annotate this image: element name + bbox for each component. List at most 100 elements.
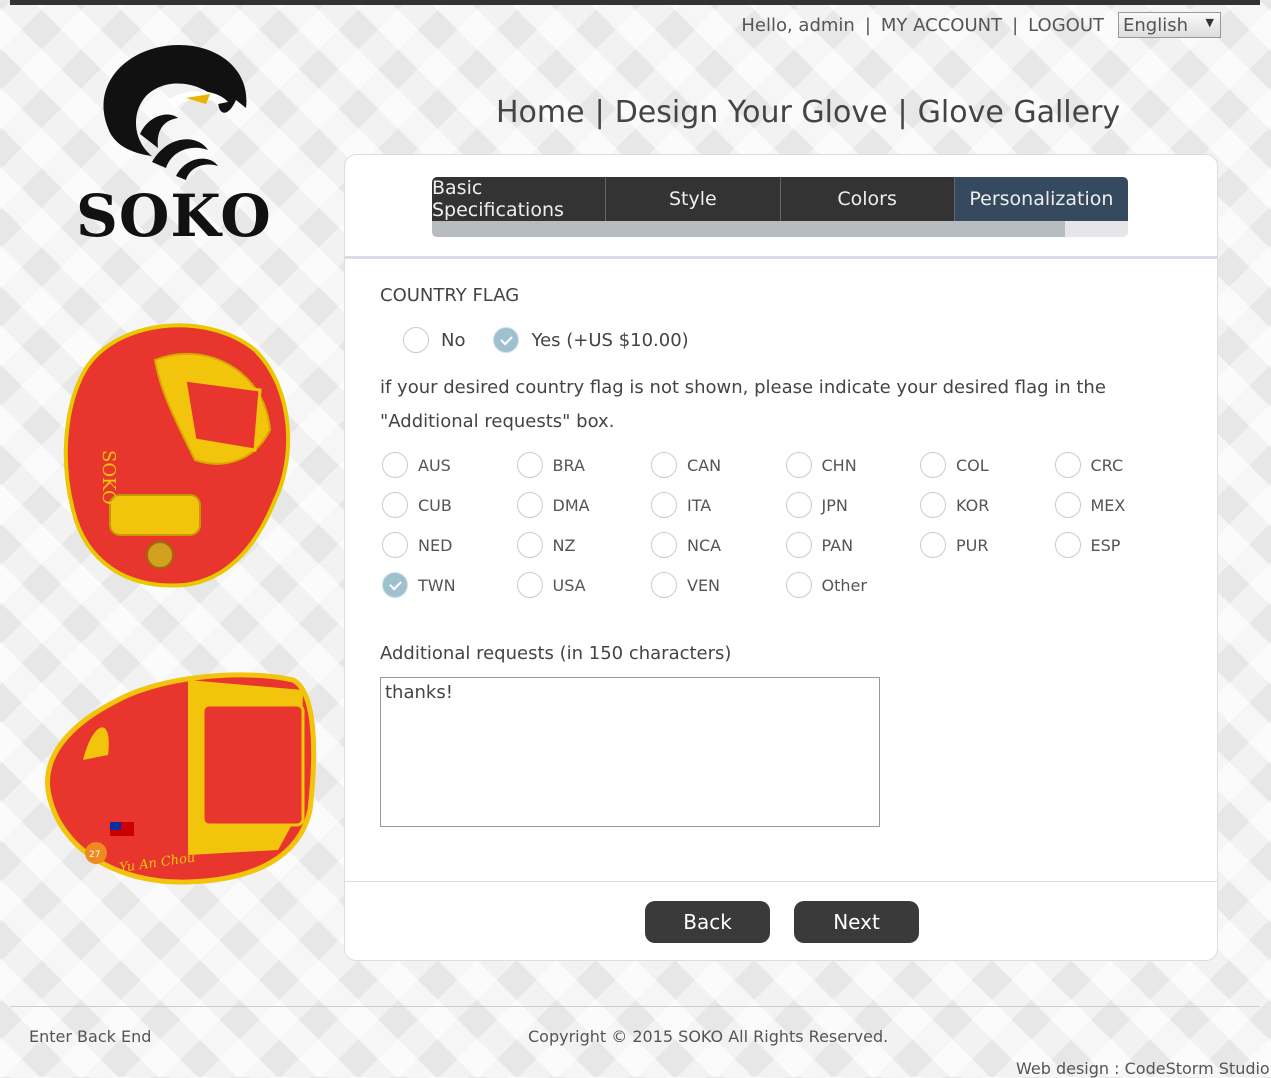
flag-radio[interactable] xyxy=(651,492,677,518)
option-no[interactable]: No xyxy=(403,327,465,353)
flag-label: PAN xyxy=(821,535,854,555)
flag-radio[interactable] xyxy=(516,532,543,558)
back-end-link[interactable]: Enter Back End xyxy=(29,1027,151,1046)
separator: | xyxy=(594,95,605,130)
flag-option-chn[interactable]: CHN xyxy=(785,452,921,478)
flag-radio[interactable] xyxy=(382,572,408,598)
flag-option-mex[interactable]: MEX xyxy=(1054,492,1190,518)
tab-colors[interactable]: Colors xyxy=(780,177,955,221)
flag-radio[interactable] xyxy=(920,452,946,478)
flag-option-jpn[interactable]: JPN xyxy=(785,492,921,518)
additional-requests-label: Additional requests (in 150 characters) xyxy=(380,643,732,664)
glove-front-icon: SOKO xyxy=(63,323,291,588)
flag-option-pur[interactable]: PUR xyxy=(920,532,1055,558)
flag-radio[interactable] xyxy=(785,492,812,518)
flag-radio[interactable] xyxy=(651,572,677,598)
soko-logo[interactable]: SOKO xyxy=(68,38,278,253)
flag-label: CUB xyxy=(418,495,452,515)
flag-label: ESP xyxy=(1090,535,1121,555)
language-select[interactable]: English ▼ xyxy=(1118,12,1221,38)
flag-radio[interactable] xyxy=(920,532,946,558)
flag-option-crc[interactable]: CRC xyxy=(1054,452,1190,478)
flag-label: NCA xyxy=(687,535,722,555)
account-nav: Hello, admin | MY ACCOUNT | LOGOUT Engli… xyxy=(741,12,1221,38)
flag-option-usa[interactable]: USA xyxy=(516,572,652,598)
design-panel: Basic Specifications Style Colors Person… xyxy=(344,154,1218,961)
flag-radio[interactable] xyxy=(920,492,946,518)
nav-design[interactable]: Design Your Glove xyxy=(615,95,888,130)
flag-label: CAN xyxy=(687,455,722,475)
logout-link[interactable]: LOGOUT xyxy=(1028,15,1104,36)
flag-option-ita[interactable]: ITA xyxy=(651,492,786,518)
flag-option-col[interactable]: COL xyxy=(920,452,1055,478)
tab-basic-specifications[interactable]: Basic Specifications xyxy=(432,177,607,221)
flag-label: VEN xyxy=(687,575,721,595)
flag-label: MEX xyxy=(1090,495,1126,515)
dropdown-arrow-icon: ▼ xyxy=(1205,16,1214,29)
flag-option-kor[interactable]: KOR xyxy=(920,492,1055,518)
nav-gallery[interactable]: Glove Gallery xyxy=(918,95,1121,130)
flag-option-ned[interactable]: NED xyxy=(382,532,517,558)
flag-radio[interactable] xyxy=(785,572,812,598)
flag-option-esp[interactable]: ESP xyxy=(1054,532,1190,558)
flag-option-dma[interactable]: DMA xyxy=(516,492,652,518)
radio-no[interactable] xyxy=(403,327,429,353)
flag-option-ven[interactable]: VEN xyxy=(651,572,786,598)
flag-option-other[interactable]: Other xyxy=(785,572,921,598)
flag-option-aus[interactable]: AUS xyxy=(382,452,517,478)
flag-radio[interactable] xyxy=(382,492,408,518)
flag-label: JPN xyxy=(821,495,848,515)
flag-option-nz[interactable]: NZ xyxy=(516,532,652,558)
flag-label: KOR xyxy=(956,495,990,515)
my-account-link[interactable]: MY ACCOUNT xyxy=(881,15,1002,36)
flag-option-bra[interactable]: BRA xyxy=(516,452,652,478)
back-button[interactable]: Back xyxy=(645,901,770,943)
additional-requests-textarea[interactable]: thanks! xyxy=(380,677,880,827)
flag-label: PUR xyxy=(956,535,989,555)
flag-label: AUS xyxy=(418,455,451,475)
step-tabs: Basic Specifications Style Colors Person… xyxy=(432,177,1128,221)
flag-label: CHN xyxy=(821,455,857,475)
flag-radio[interactable] xyxy=(382,532,408,558)
radio-yes[interactable] xyxy=(493,327,520,353)
glove-back-icon: 27 Yu An Chou xyxy=(45,672,317,885)
top-bar xyxy=(10,0,1260,5)
flag-label: ITA xyxy=(687,495,712,515)
divider xyxy=(345,881,1217,882)
flag-radio[interactable] xyxy=(1054,492,1081,518)
flag-radio[interactable] xyxy=(651,532,677,558)
footer-divider xyxy=(10,1006,1260,1007)
flag-radio[interactable] xyxy=(651,452,677,478)
country-flag-options: No Yes (+US $10.00) xyxy=(403,327,705,353)
flag-radio[interactable] xyxy=(785,452,812,478)
flag-radio[interactable] xyxy=(382,452,408,478)
svg-text:SOKO: SOKO xyxy=(98,450,119,505)
next-button[interactable]: Next xyxy=(794,901,919,943)
flag-option-nca[interactable]: NCA xyxy=(651,532,786,558)
flag-grid: AUS BRA CAN CHN COL CRC CUB DMA ITA JPN KOR MEX NED N… xyxy=(382,452,1189,598)
flag-radio[interactable] xyxy=(516,492,543,518)
option-yes[interactable]: Yes (+US $10.00) xyxy=(493,327,689,353)
flag-label: Other xyxy=(821,575,867,595)
flag-radio[interactable] xyxy=(785,532,812,558)
flag-option-cub[interactable]: CUB xyxy=(382,492,517,518)
flag-option-pan[interactable]: PAN xyxy=(785,532,921,558)
progress-bar xyxy=(432,221,1128,237)
nav-home[interactable]: Home xyxy=(496,95,585,130)
glove-number: 27 xyxy=(89,850,100,860)
tab-personalization[interactable]: Personalization xyxy=(954,177,1128,221)
flag-radio[interactable] xyxy=(1054,452,1081,478)
flag-radio[interactable] xyxy=(516,572,543,598)
flag-label: DMA xyxy=(552,495,590,515)
flag-option-twn[interactable]: TWN xyxy=(382,572,517,598)
flag-option-can[interactable]: CAN xyxy=(651,452,786,478)
logo-text: SOKO xyxy=(76,182,272,250)
flag-radio[interactable] xyxy=(1054,532,1081,558)
flag-label: BRA xyxy=(552,455,585,475)
tab-style[interactable]: Style xyxy=(606,177,781,221)
separator: | xyxy=(897,95,908,130)
flag-label: CRC xyxy=(1090,455,1124,475)
flag-radio[interactable] xyxy=(516,452,543,478)
country-flag-title: COUNTRY FLAG xyxy=(380,285,520,306)
flag-label: NED xyxy=(418,535,453,555)
